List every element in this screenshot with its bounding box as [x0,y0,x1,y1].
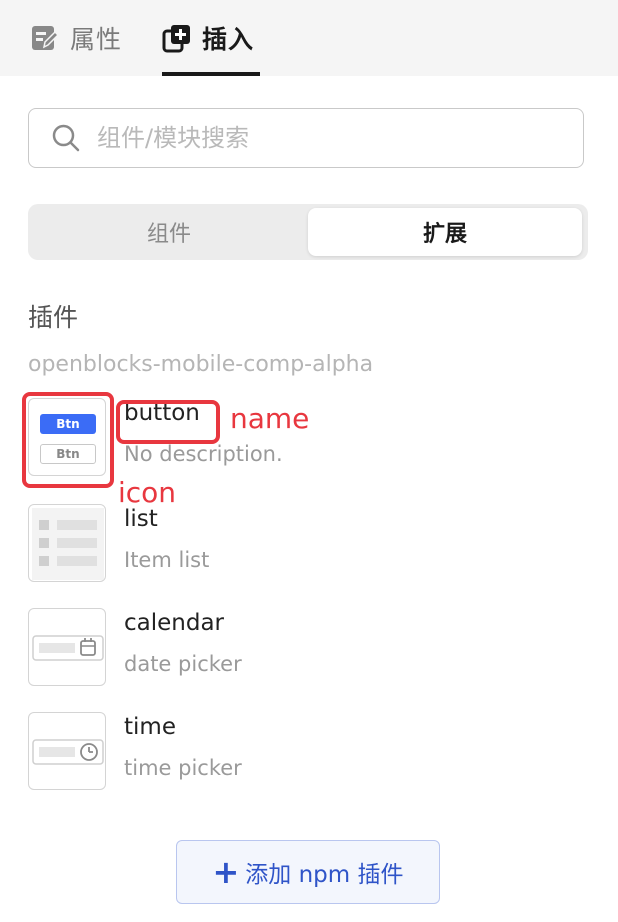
tab-properties-label: 属性 [70,25,123,54]
item-description: date picker [124,652,242,676]
search-icon [52,124,80,152]
panel-tab-bar: 属性 插入 [0,0,618,76]
item-name: list [124,506,158,532]
tab-insert[interactable]: 插入 [162,0,254,76]
add-npm-plugin-button[interactable]: + 添加 npm 插件 [176,840,440,904]
tab-properties[interactable]: 属性 [30,0,122,76]
icon-annotation-label: icon [118,476,177,509]
item-description: Item list [124,548,210,572]
name-annotation-box [116,400,220,444]
search-box[interactable] [28,108,584,168]
item-description: time picker [124,756,242,780]
list-item-calendar[interactable]: calendar date picker [28,608,588,692]
component-type-switch: 组件 扩展 [28,204,588,260]
time-preview-icon [28,712,106,790]
item-description: No description. [124,442,283,466]
list-item-list[interactable]: list Item list [28,504,588,588]
list-rows-graphic [32,508,104,580]
list-preview-icon [28,504,106,582]
calendar-preview-icon [28,608,106,686]
item-name: time [124,714,176,740]
segment-extensions[interactable]: 扩展 [308,208,582,256]
package-name: openblocks-mobile-comp-alpha [28,352,374,377]
name-annotation-label: name [230,402,310,435]
search-input[interactable] [95,123,569,153]
add-npm-plugin-label: 添加 npm 插件 [245,862,404,888]
add-square-icon [162,25,190,53]
segment-components[interactable]: 组件 [32,208,306,256]
time-picker-graphic [32,739,104,765]
tab-insert-label: 插入 [202,25,255,54]
section-title: 插件 [28,303,79,332]
item-name: calendar [124,610,225,636]
icon-annotation-box [22,392,114,488]
list-item-time[interactable]: time time picker [28,712,588,796]
plus-icon: + [212,853,240,891]
active-tab-indicator [162,72,260,76]
date-picker-graphic [32,635,104,661]
edit-icon [32,26,60,50]
